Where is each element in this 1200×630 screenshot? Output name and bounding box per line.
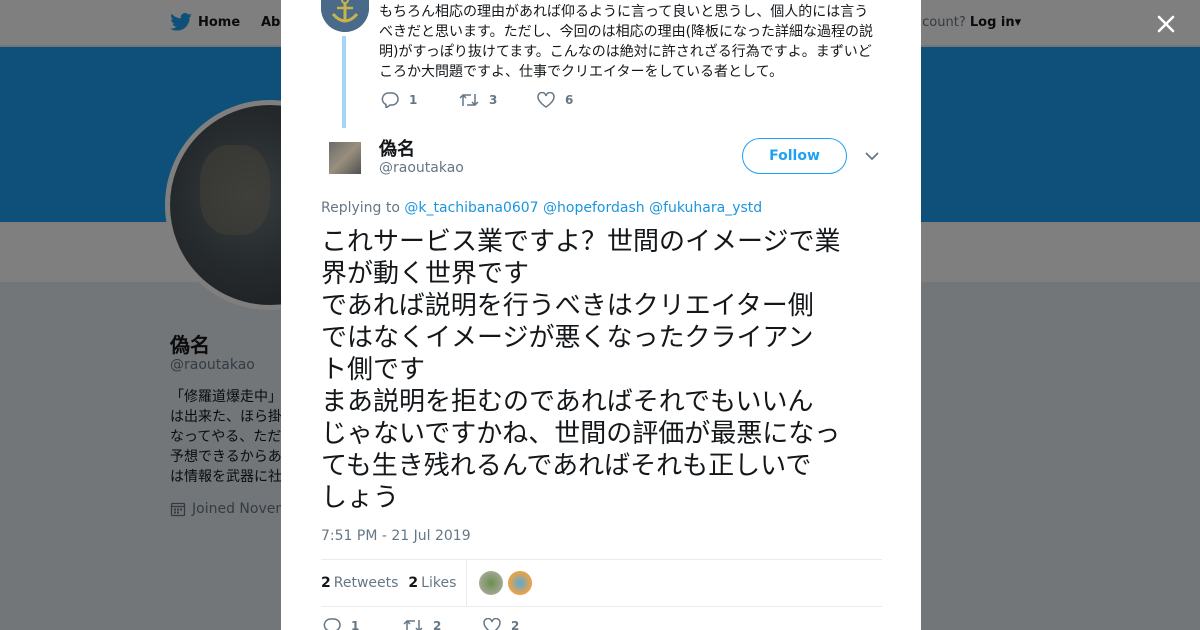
like-button[interactable]: 2	[483, 618, 563, 630]
previous-tweet-line: もちろん相応の理由があれば仰るように言って良いと思うし、個人的には言う	[379, 4, 869, 20]
retweet-icon	[403, 619, 423, 630]
tweet-modal: もちろん相応の理由があれば仰るように言って良いと思うし、個人的には言う べきだと…	[281, 0, 921, 630]
tweet-line: ト側です	[321, 355, 426, 385]
heart-icon	[483, 618, 501, 630]
thread-connector-line	[342, 36, 346, 128]
previous-tweet-line: ころか大問題ですよ、仕事でクリエイターをしている者として。	[379, 64, 784, 80]
heart-icon	[537, 92, 555, 108]
follow-button[interactable]: Follow	[742, 138, 847, 174]
author-handle[interactable]: @raoutakao	[379, 160, 464, 176]
mention-link[interactable]: @fukuhara_ystd	[649, 200, 762, 216]
author-avatar[interactable]	[329, 142, 361, 174]
liker-avatar[interactable]	[479, 571, 504, 595]
replying-prefix: Replying to	[321, 200, 400, 216]
likes-stat[interactable]: 2 Likes	[408, 575, 456, 591]
likes-label: Likes	[421, 575, 457, 591]
mention-link[interactable]: @hopefordash	[543, 200, 645, 216]
anchor-icon	[321, 0, 369, 32]
retweet-icon	[459, 93, 479, 107]
retweets-stat[interactable]: 2 Retweets	[321, 575, 398, 591]
tweet-line: ではなくイメージが悪くなったクライアン	[321, 323, 814, 353]
previous-tweet-text: もちろん相応の理由があれば仰るように言って良いと思うし、個人的には言う べきだと…	[379, 2, 879, 82]
reply-count: 1	[351, 619, 360, 630]
tweet-actions: 1 2 2	[323, 618, 563, 630]
tweet-line: であれば説明を行うべきはクリエイター側	[321, 291, 814, 321]
retweet-count: 2	[433, 619, 442, 630]
retweets-count: 2	[321, 575, 331, 591]
tweet-stats: 2 Retweets 2 Likes	[321, 559, 882, 607]
mention-link[interactable]: @k_tachibana0607	[404, 200, 538, 216]
stats-divider	[466, 559, 468, 607]
tweet-line: じゃないですかね、世間の評価が最悪になっ	[321, 419, 841, 449]
like-button[interactable]: 6	[537, 92, 615, 108]
retweets-label: Retweets	[333, 575, 399, 591]
previous-tweet-line: べきだと思います。ただし、今回のは相応の理由(降板になった詳細な過程の説	[379, 24, 874, 40]
like-count: 2	[511, 619, 520, 630]
retweet-button[interactable]: 2	[403, 618, 483, 630]
replying-to: Replying to @k_tachibana0607 @hopefordas…	[321, 200, 762, 216]
tweet-line: しょう	[321, 483, 400, 513]
likes-count: 2	[408, 575, 419, 591]
tweet-line: これサービス業ですよ？世間のイメージで業	[321, 227, 841, 257]
close-icon[interactable]	[1152, 10, 1180, 38]
tweet-line: 界が動く世界です	[321, 259, 530, 289]
retweet-button[interactable]: 3	[459, 92, 537, 108]
like-count: 6	[565, 93, 574, 107]
tweet-line: まあ説明を拒むのであればそれでもいいん	[321, 387, 814, 417]
liker-avatar[interactable]	[508, 571, 533, 595]
reply-icon	[381, 92, 399, 108]
previous-tweet-line: 明)がすっぽり抜けてます。こんなのは絶対に許されざる行為ですよ。まずいど	[379, 44, 872, 60]
reply-count: 1	[409, 93, 418, 107]
reply-icon	[323, 618, 341, 630]
tweet-text: これサービス業ですよ？世間のイメージで業 界が動く世界です であれば説明を行うべ…	[321, 226, 891, 514]
tweet-timestamp[interactable]: 7:51 PM - 21 Jul 2019	[321, 528, 471, 544]
chevron-down-icon[interactable]	[864, 148, 880, 164]
author-name[interactable]: 偽名	[379, 135, 415, 161]
previous-tweet-avatar[interactable]	[321, 0, 369, 32]
tweet-line: ても生き残れるんであればそれも正しいで	[321, 451, 812, 481]
retweet-count: 3	[489, 93, 498, 107]
reply-button[interactable]: 1	[323, 618, 403, 630]
previous-tweet-actions: 1 3 6	[381, 92, 615, 108]
reply-button[interactable]: 1	[381, 92, 459, 108]
